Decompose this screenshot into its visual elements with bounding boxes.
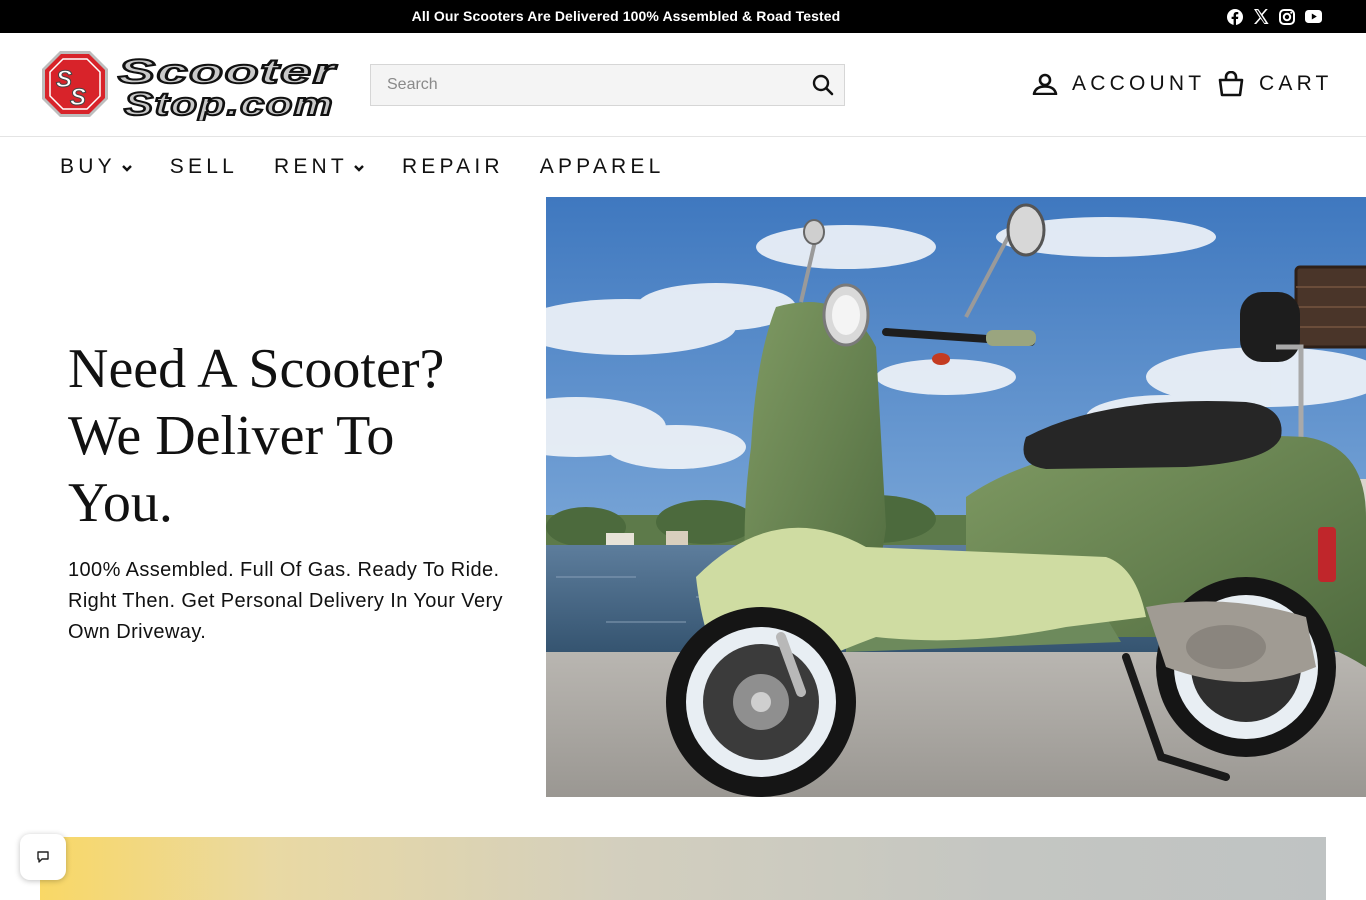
announcement-text: All Our Scooters Are Delivered 100% Asse…	[411, 8, 841, 24]
svg-text:S: S	[70, 84, 86, 111]
hero-subtitle: 100% Assembled. Full Of Gas. Ready To Ri…	[68, 559, 503, 643]
site-header: S S Scooter Stop.com ACCOUNT CART	[0, 33, 1366, 137]
account-label: ACCOUNT	[1072, 72, 1206, 95]
user-icon	[1032, 73, 1058, 95]
nav-repair[interactable]: REPAIR	[402, 155, 504, 179]
chevron-down-icon	[354, 165, 364, 172]
account-link[interactable]: ACCOUNT	[1032, 67, 1205, 101]
nav-rent-label: RENT	[273, 155, 348, 178]
hero-image	[546, 197, 1366, 797]
nav-apparel-label: APPAREL	[539, 155, 665, 178]
logo-text-line2: Stop.com	[124, 86, 334, 121]
instagram-icon[interactable]	[1278, 8, 1296, 25]
promo-banner-image	[40, 837, 1326, 900]
chat-button[interactable]	[20, 834, 66, 880]
site-logo[interactable]: S S Scooter Stop.com	[40, 49, 340, 123]
nav-sell[interactable]: SELL	[170, 155, 238, 179]
logo-wordmark: Scooter Stop.com	[117, 52, 337, 123]
search-icon	[812, 74, 834, 96]
announcement-bar: All Our Scooters Are Delivered 100% Asse…	[0, 0, 1366, 33]
facebook-icon[interactable]	[1226, 8, 1244, 25]
hero-text: Need A Scooter? We Deliver To You. 100% …	[68, 336, 508, 648]
hero-title: Need A Scooter? We Deliver To You.	[68, 338, 445, 534]
nav-buy[interactable]: BUY	[60, 155, 134, 179]
chat-icon	[37, 851, 49, 863]
nav-rent[interactable]: RENT	[274, 155, 366, 179]
nav-sell-label: SELL	[169, 155, 238, 178]
search-button[interactable]	[812, 74, 834, 96]
nav-repair-label: REPAIR	[401, 155, 504, 178]
search-bar	[370, 64, 845, 106]
cart-link[interactable]: CART	[1217, 67, 1333, 101]
nav-apparel[interactable]: APPAREL	[540, 155, 665, 179]
nav-buy-label: BUY	[60, 155, 116, 178]
social-links	[1226, 8, 1322, 25]
youtube-icon[interactable]	[1304, 8, 1322, 25]
shopping-bag-icon	[1218, 71, 1244, 97]
cart-label: CART	[1259, 72, 1333, 95]
chevron-down-icon	[121, 165, 132, 172]
x-icon[interactable]	[1252, 8, 1270, 25]
main-nav: BUY SELL RENT REPAIR APPAREL	[60, 137, 701, 197]
search-input[interactable]	[371, 65, 801, 105]
